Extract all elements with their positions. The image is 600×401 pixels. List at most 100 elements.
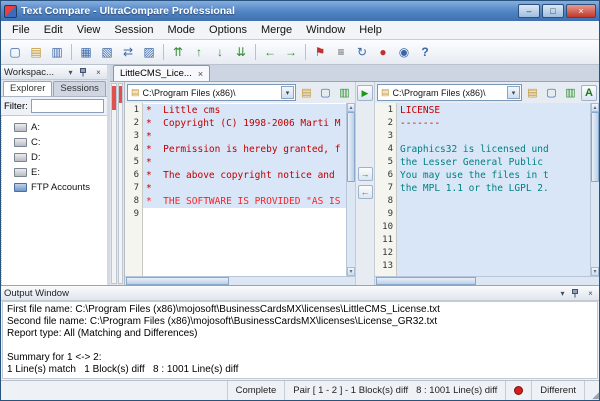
code-line: * <box>143 130 346 143</box>
panel-menu-icon[interactable]: ▾ <box>557 287 568 300</box>
menu-mode[interactable]: Mode <box>161 22 203 38</box>
stop-icon[interactable]: ● <box>373 42 393 62</box>
dropdown-icon[interactable]: ▾ <box>507 86 520 99</box>
edit-file-icon[interactable]: ▥ <box>562 84 579 101</box>
text-compare-icon[interactable]: ▦ <box>76 42 96 62</box>
scroll-down-icon[interactable]: ▾ <box>591 267 599 276</box>
merge-right-button[interactable]: → <box>358 167 373 181</box>
next-diff-icon[interactable]: ↓ <box>210 42 230 62</box>
right-text-area[interactable]: LICENSE ------- Graphics32 is licensed u… <box>397 103 590 276</box>
left-vertical-scrollbar[interactable]: ▴ ▾ <box>346 103 355 276</box>
prev-diff-icon[interactable]: ↑ <box>189 42 209 62</box>
menu-help[interactable]: Help <box>352 22 389 38</box>
new-file-icon[interactable]: ▢ <box>543 84 560 101</box>
document-tab-label: LittleCMS_Lice... <box>120 68 192 79</box>
scroll-down-icon[interactable]: ▾ <box>347 267 355 276</box>
tab-sessions[interactable]: Sessions <box>53 81 106 96</box>
new-file-icon[interactable]: ▢ <box>317 84 334 101</box>
left-path-value: C:\Program Files (x86)\ <box>143 88 278 98</box>
pin-icon[interactable] <box>571 289 582 298</box>
copy-left-icon[interactable]: ← <box>260 42 280 62</box>
window-controls: – □ × <box>518 4 596 18</box>
scrollbar-thumb[interactable] <box>376 277 476 285</box>
globe-icon[interactable]: ◉ <box>394 42 414 62</box>
maximize-button[interactable]: □ <box>542 4 564 18</box>
bookmark-icon[interactable]: ⚑ <box>310 42 330 62</box>
left-line-numbers: 1 2 3 4 5 6 7 8 9 <box>125 103 143 276</box>
last-diff-icon[interactable]: ⇊ <box>231 42 251 62</box>
open-icon[interactable]: ▤ <box>26 42 46 62</box>
diff-map-strip[interactable] <box>110 82 125 285</box>
tree-item-drive-e[interactable]: E: <box>8 165 107 180</box>
scrollbar-thumb[interactable] <box>126 277 229 285</box>
close-button[interactable]: × <box>566 4 596 18</box>
output-line: First file name: C:\Program Files (x86)\… <box>7 304 593 316</box>
right-path-combobox[interactable]: ▤ C:\Program Files (x86)\ ▾ <box>377 84 522 101</box>
edit-file-icon[interactable]: ▥ <box>336 84 353 101</box>
save-icon[interactable]: ▥ <box>47 42 67 62</box>
scroll-up-icon[interactable]: ▴ <box>591 103 599 112</box>
refresh-icon[interactable]: ↻ <box>352 42 372 62</box>
document-tab[interactable]: LittleCMS_Lice... × <box>113 65 210 81</box>
compare-area: ▤ C:\Program Files (x86)\ ▾ ▤ ▢ ▥ 1 2 3 <box>110 82 599 285</box>
scrollbar-thumb[interactable] <box>347 112 355 182</box>
browse-folder-icon[interactable]: ▤ <box>524 84 541 101</box>
menu-session[interactable]: Session <box>107 22 160 38</box>
status-diff-indicator <box>506 381 532 400</box>
start-compare-button[interactable]: ▶ <box>357 85 373 101</box>
output-content[interactable]: First file name: C:\Program Files (x86)\… <box>2 301 598 379</box>
menu-window[interactable]: Window <box>299 22 352 38</box>
drive-icon <box>14 153 27 162</box>
code-line: * Little cms <box>143 104 346 117</box>
folder-compare-icon[interactable]: ▧ <box>97 42 117 62</box>
help-icon[interactable]: ? <box>415 42 435 62</box>
left-path-combobox[interactable]: ▤ C:\Program Files (x86)\ ▾ <box>127 84 296 101</box>
new-session-icon[interactable]: ▢ <box>5 42 25 62</box>
code-line: * <box>143 156 346 169</box>
filter-input[interactable] <box>31 99 104 113</box>
merge-left-button[interactable]: ← <box>358 185 373 199</box>
right-vertical-scrollbar[interactable]: ▴ ▾ <box>590 103 599 276</box>
menu-file[interactable]: File <box>5 22 37 38</box>
tab-close-icon[interactable]: × <box>198 69 203 79</box>
left-pane-body: 1 2 3 4 5 6 7 8 9 * Little cms * <box>125 103 355 276</box>
first-diff-icon[interactable]: ⇈ <box>168 42 188 62</box>
menu-edit[interactable]: Edit <box>37 22 70 38</box>
close-icon[interactable]: × <box>585 287 596 300</box>
scrollbar-track[interactable] <box>347 112 355 267</box>
left-text-area[interactable]: * Little cms * Copyright (C) 1998-2006 M… <box>143 103 346 276</box>
show-all-button[interactable]: A <box>581 85 597 101</box>
menu-merge[interactable]: Merge <box>254 22 299 38</box>
right-horizontal-scrollbar[interactable] <box>375 276 599 285</box>
resize-grip[interactable]: ◢ <box>585 381 599 400</box>
toolbar-separator <box>305 44 306 60</box>
merge-gutter: ▶ → ← <box>355 82 375 285</box>
scroll-up-icon[interactable]: ▴ <box>347 103 355 112</box>
menu-view[interactable]: View <box>70 22 108 38</box>
tree-item-label: A: <box>31 122 40 133</box>
left-horizontal-scrollbar[interactable] <box>125 276 355 285</box>
close-icon[interactable]: × <box>93 66 104 79</box>
workspace-panel: Workspac... ▾ × Explorer Sessions Filter… <box>1 65 107 285</box>
diff-map-left[interactable] <box>111 83 117 284</box>
output-line: Summary for 1 <-> 2: <box>7 352 593 364</box>
panel-menu-icon[interactable]: ▾ <box>65 66 76 79</box>
tree-item-drive-a[interactable]: A: <box>8 120 107 135</box>
tree-item-ftp-accounts[interactable]: FTP Accounts <box>8 180 107 195</box>
browse-folder-icon[interactable]: ▤ <box>298 84 315 101</box>
copy-right-icon[interactable]: → <box>281 42 301 62</box>
scrollbar-thumb[interactable] <box>591 112 599 182</box>
tab-explorer[interactable]: Explorer <box>3 81 52 96</box>
menu-bar: File Edit View Session Mode Options Merg… <box>1 21 599 40</box>
minimize-button[interactable]: – <box>518 4 540 18</box>
menu-options[interactable]: Options <box>202 22 254 38</box>
tree-item-drive-c[interactable]: C: <box>8 135 107 150</box>
scrollbar-track[interactable] <box>591 112 599 267</box>
options-icon[interactable]: ≡ <box>331 42 351 62</box>
word-compare-icon[interactable]: ▨ <box>139 42 159 62</box>
pin-icon[interactable] <box>79 68 90 77</box>
merge-icon[interactable]: ⇄ <box>118 42 138 62</box>
tree-item-drive-d[interactable]: D: <box>8 150 107 165</box>
diff-map-right[interactable] <box>118 83 124 284</box>
dropdown-icon[interactable]: ▾ <box>281 86 294 99</box>
